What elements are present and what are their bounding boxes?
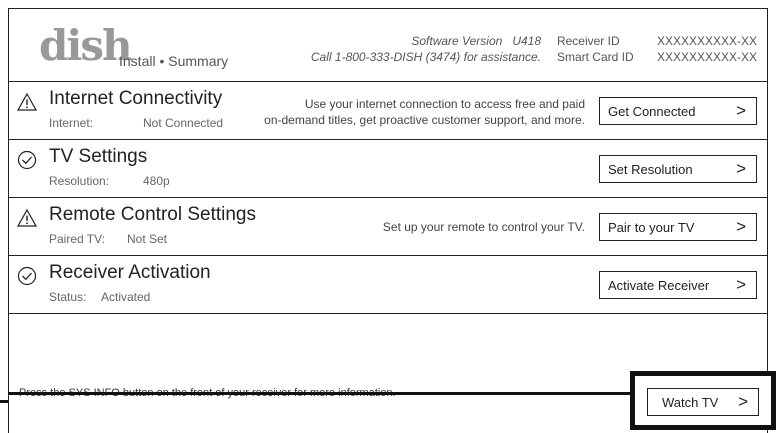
button-label: Pair to your TV [608, 220, 695, 235]
receiver-id: XXXXXXXXXX-XX [656, 34, 757, 48]
check-circle-icon [17, 266, 37, 286]
dish-logo: dish [39, 21, 133, 70]
row-title: Remote Control Settings [49, 204, 256, 225]
set-resolution-button[interactable]: Set Resolution > [599, 155, 757, 183]
page-subtitle: Install • Summary [119, 53, 229, 69]
row-description: Set up your remote to control your TV. [383, 219, 585, 235]
row-description-line1: Use your internet connection to access f… [304, 97, 585, 111]
row-value: Not Connected [143, 116, 224, 130]
pair-to-tv-button[interactable]: Pair to your TV > [599, 213, 757, 241]
warning-icon [17, 208, 37, 227]
row-receiver-activation: Receiver Activation Status: Activated Ac… [9, 255, 767, 313]
receiver-id-label: Receiver ID [556, 34, 620, 48]
row-title: TV Settings [49, 146, 148, 167]
smart-card-label: Smart Card ID [556, 50, 634, 64]
install-summary-screen: dish Install • Summary Software Version … [8, 8, 768, 433]
chevron-right-icon: > [736, 101, 746, 120]
button-label: Activate Receiver [608, 278, 710, 293]
check-circle-icon [17, 150, 37, 170]
button-label: Watch TV [662, 395, 719, 410]
button-label: Set Resolution [608, 162, 693, 177]
row-label: Resolution: [49, 174, 110, 188]
row-internet-connectivity: Internet Connectivity Internet: Not Conn… [9, 81, 767, 139]
row-title: Internet Connectivity [49, 88, 223, 109]
row-value: Not Set [127, 232, 168, 246]
activate-receiver-button[interactable]: Activate Receiver > [599, 271, 757, 299]
row-value: 480p [143, 174, 170, 188]
callout-line [8, 392, 634, 395]
callout-line-outer [0, 400, 8, 403]
assistance-text: Call 1-800-333-DISH (3474) for assistanc… [310, 50, 541, 64]
software-info: Software Version U418 Call 1-800-333-DIS… [311, 33, 541, 65]
row-description: Use your internet connection to access f… [264, 96, 585, 128]
software-version: U418 [512, 34, 541, 48]
warning-icon [17, 92, 37, 111]
row-tv-settings: TV Settings Resolution: 480p Set Resolut… [9, 139, 767, 197]
row-label: Paired TV: [49, 232, 106, 246]
watch-tv-highlight: Watch TV > [630, 371, 776, 430]
chevron-right-icon: > [736, 159, 746, 178]
row-description-line1: Set up your remote to control your TV. [382, 220, 585, 234]
row-remote-control-settings: Remote Control Settings Paired TV: Not S… [9, 197, 767, 255]
row-value: Activated [101, 290, 151, 304]
header: dish Install • Summary Software Version … [9, 9, 767, 81]
smart-card-id: XXXXXXXXXX-XX [656, 50, 757, 64]
watch-tv-button[interactable]: Watch TV > [647, 388, 759, 416]
get-connected-button[interactable]: Get Connected > [599, 97, 757, 125]
chevron-right-icon: > [736, 275, 746, 294]
software-version-label: Software Version [411, 34, 503, 48]
receiver-info: Receiver ID XXXXXXXXXX-XX Smart Card ID XX… [557, 33, 757, 65]
row-label: Status: [49, 290, 87, 304]
chevron-right-icon: > [738, 392, 748, 411]
divider [9, 313, 767, 314]
row-label: Internet: [49, 116, 94, 130]
button-label: Get Connected [608, 104, 696, 119]
row-title: Receiver Activation [49, 262, 211, 283]
row-description-line2: on-demand titles, get proactive customer… [264, 113, 585, 127]
chevron-right-icon: > [736, 217, 746, 236]
